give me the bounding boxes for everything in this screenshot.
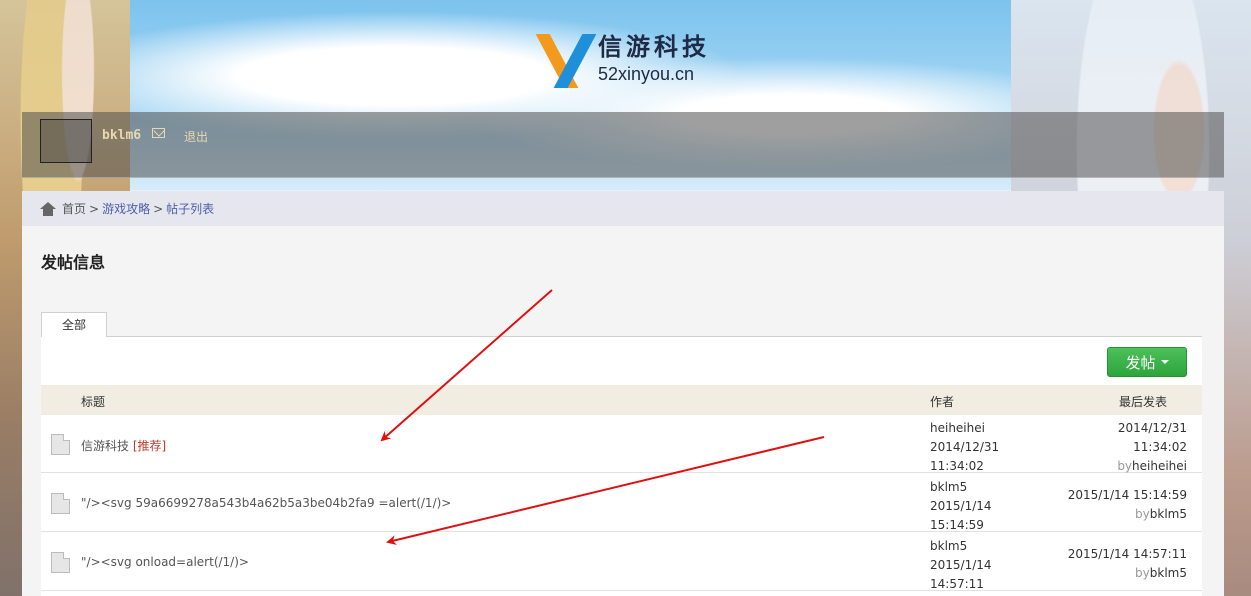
post-title-link[interactable]: 信游科技 [推荐] — [81, 437, 166, 454]
user-bar: bklm6 退出 — [22, 112, 1224, 178]
main-panel: 首页 > 游戏攻略 > 帖子列表 发帖信息 全部 发帖 标题 作者 最后发表 信… — [22, 191, 1224, 596]
column-header-title: 标题 — [81, 395, 106, 409]
post-author: heiheihei 2014/12/31 11:34:02 — [930, 419, 1020, 476]
column-header-author: 作者 — [930, 395, 955, 409]
table-row: 信游科技 [推荐] heiheihei 2014/12/31 11:34:02 … — [41, 415, 1202, 473]
home-icon — [40, 201, 56, 216]
document-icon — [51, 493, 70, 514]
avatar[interactable] — [40, 119, 92, 163]
author-time: 14:57:11 — [930, 577, 984, 591]
breadcrumb-separator: > — [153, 201, 164, 216]
column-header-last-post: 最后发表 — [1118, 395, 1167, 409]
author-name[interactable]: heiheihei — [930, 419, 1020, 438]
post-title-link[interactable]: "/><svg 59a6699278a543b4a62b5a3be04b2fa9… — [81, 496, 451, 510]
logo-chinese-text: 信游科技 — [598, 32, 710, 61]
author-name[interactable]: bklm5 — [930, 537, 1020, 556]
logo-domain-text: 52xinyou.cn — [598, 64, 695, 84]
new-post-button[interactable]: 发帖 — [1107, 347, 1187, 377]
last-post-datetime: 2015/1/14 15:14:59 — [1067, 488, 1187, 502]
breadcrumb-separator: > — [89, 201, 100, 216]
post-author: bklm5 2015/1/14 14:57:11 — [930, 537, 1020, 594]
post-title-link[interactable]: "/><svg onload=alert(/1/)> — [81, 555, 249, 569]
new-post-label: 发帖 — [1125, 353, 1156, 372]
table-row: "/><svg 59a6699278a543b4a62b5a3be04b2fa9… — [41, 474, 1202, 532]
breadcrumb-home[interactable]: 首页 — [62, 200, 86, 217]
last-poster-name[interactable]: bklm5 — [1150, 566, 1187, 580]
document-icon — [51, 552, 70, 573]
mail-icon[interactable] — [152, 128, 165, 138]
last-post-info: 2014/12/31 11:34:02 byheiheihei — [1117, 421, 1187, 473]
recommend-tag: [推荐] — [132, 439, 167, 453]
page-title: 发帖信息 — [41, 253, 106, 272]
tab-all[interactable]: 全部 — [41, 312, 107, 338]
breadcrumb-current[interactable]: 帖子列表 — [166, 200, 214, 217]
tab-bar: 全部 — [41, 312, 1202, 338]
last-poster-name[interactable]: heiheihei — [1132, 459, 1187, 473]
logout-link[interactable]: 退出 — [184, 128, 208, 145]
site-logo[interactable]: 信游科技 52xinyou.cn — [535, 26, 710, 92]
logo-x-icon — [535, 28, 597, 90]
post-author: bklm5 2015/1/14 15:14:59 — [930, 478, 1020, 535]
breadcrumb-section[interactable]: 游戏攻略 — [102, 200, 150, 217]
last-post-date: 2014/12/31 — [1117, 421, 1187, 435]
post-list: 发帖 标题 作者 最后发表 信游科技 [推荐] heiheihei 2014/1… — [41, 337, 1202, 596]
last-poster-name[interactable]: bklm5 — [1150, 507, 1187, 521]
username-link[interactable]: bklm6 — [102, 128, 141, 143]
breadcrumb: 首页 > 游戏攻略 > 帖子列表 — [22, 191, 1224, 226]
last-post-info: 2015/1/14 14:57:11 bybklm5 — [1067, 547, 1187, 580]
author-date: 2015/1/14 — [930, 558, 992, 572]
chevron-down-icon — [1160, 360, 1169, 364]
last-post-info: 2015/1/14 15:14:59 bybklm5 — [1067, 488, 1187, 521]
table-header: 标题 作者 最后发表 — [41, 385, 1202, 415]
last-post-time: 11:34:02 — [1133, 440, 1187, 454]
table-row: "/><svg onload=alert(/1/)> bklm5 2015/1/… — [41, 533, 1202, 591]
author-name[interactable]: bklm5 — [930, 478, 1020, 497]
author-date: 2015/1/14 — [930, 499, 992, 513]
document-icon — [51, 434, 70, 455]
last-post-datetime: 2015/1/14 14:57:11 — [1067, 547, 1187, 561]
author-date: 2014/12/31 — [930, 440, 1000, 454]
